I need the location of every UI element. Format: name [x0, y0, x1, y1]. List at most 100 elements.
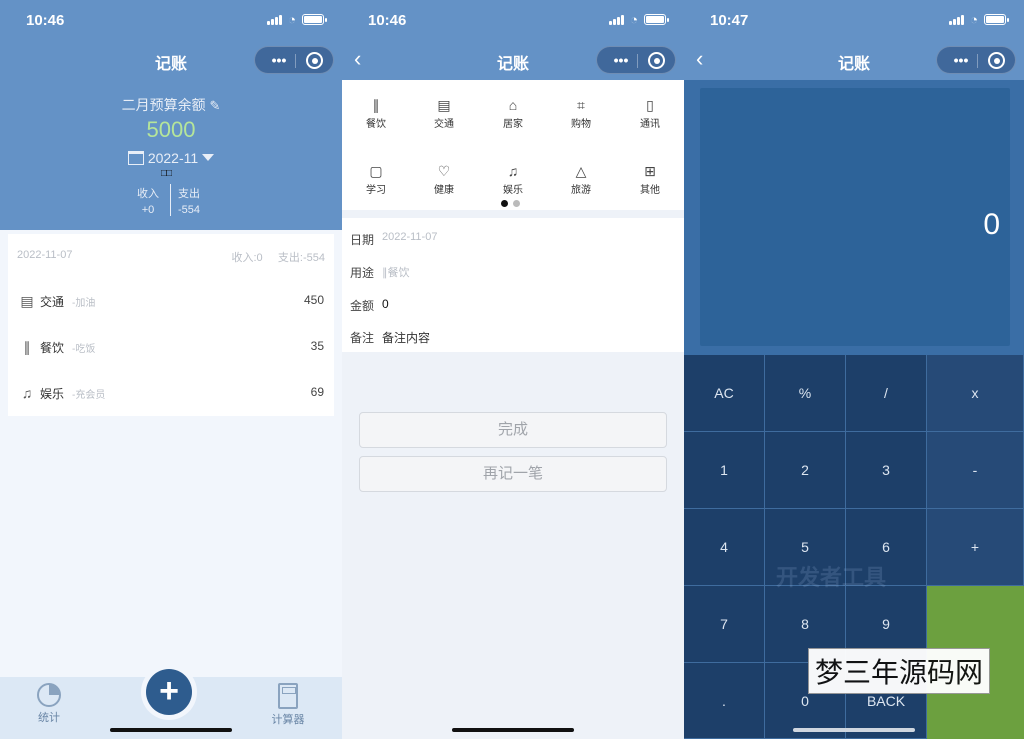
miniapp-capsule[interactable]: ••• — [936, 46, 1016, 74]
day-expense: 支出:-554 — [277, 252, 325, 264]
category-entertainment[interactable]: ♫ 娱乐 — [479, 162, 547, 196]
day-header: 2022-11-07 收入:0 支出:-554 — [8, 234, 334, 278]
record-form: 日期 2022-11-07 用途 ∥餐饮 金额 0 备注 备注内容 — [342, 218, 684, 352]
key-plus[interactable]: + — [927, 509, 1024, 586]
category-label: 学习 — [366, 185, 386, 196]
key-percent[interactable]: % — [765, 355, 846, 432]
budget-value: 5000 — [146, 117, 196, 142]
calculator-display-area: 0 — [684, 80, 1024, 356]
music-icon: ♫ — [507, 163, 519, 179]
status-bar: 10:46 ◔ — [342, 0, 684, 40]
done-button[interactable]: 完成 — [359, 412, 667, 448]
date-label: 日期 — [350, 233, 375, 247]
fork-knife-icon: ∥ — [23, 339, 31, 355]
book-icon: ▢ — [369, 163, 383, 179]
home-indicator — [793, 728, 915, 732]
miniapp-capsule[interactable]: ••• — [254, 46, 334, 74]
record-category: 娱乐 — [40, 387, 65, 401]
category-other[interactable]: ⊞ 其他 — [616, 162, 684, 196]
key-decimal[interactable]: . — [684, 663, 765, 739]
key-3[interactable]: 3 — [846, 432, 927, 509]
key-4[interactable]: 4 — [684, 509, 765, 586]
missing-glyph-boxes: □□ — [161, 168, 172, 179]
expense-label: 支出 — [178, 188, 200, 200]
record-note: -吃饭 — [72, 344, 96, 355]
tab-stats[interactable]: 统计 — [19, 683, 79, 725]
income-value: +0 — [141, 204, 155, 216]
calendar-icon — [127, 151, 144, 165]
nav-bar: ‹ 记账 ••• — [342, 40, 684, 80]
lamp-icon: ⌂ — [508, 97, 518, 113]
close-target-icon[interactable] — [988, 52, 1005, 69]
record-again-button[interactable]: 再记一笔 — [359, 456, 667, 492]
category-label: 交通 — [434, 119, 454, 130]
remark-input[interactable]: 备注内容 — [382, 329, 430, 346]
faint-watermark: 开发者工具 — [776, 565, 887, 590]
category-health[interactable]: ♡ 健康 — [410, 162, 478, 196]
status-bar: 10:47 ◔ — [684, 0, 1024, 40]
budget-label-row: 二月预算余额 ✎ — [0, 95, 342, 115]
calculator-display: 0 — [700, 88, 1010, 346]
day-date: 2022-11-07 — [17, 249, 73, 261]
category-label: 购物 — [571, 119, 591, 130]
tab-calculator[interactable]: 计算器 — [258, 683, 318, 727]
day-summary: 收入:0 支出:-554 — [231, 249, 325, 265]
more-icon[interactable]: ••• — [265, 51, 293, 69]
category-dining[interactable]: ∥ 餐饮 — [342, 96, 410, 130]
category-label: 旅游 — [571, 185, 591, 196]
key-minus[interactable]: - — [927, 432, 1024, 509]
key-2[interactable]: 2 — [765, 432, 846, 509]
amount-label: 金额 — [350, 299, 375, 313]
amount-input[interactable]: 0 — [382, 297, 389, 311]
key-multiply[interactable]: x — [927, 355, 1024, 432]
status-time: 10:46 — [26, 12, 65, 29]
status-time: 10:47 — [710, 12, 749, 29]
list-item[interactable]: ♫ 娱乐 -充会员 69 — [8, 370, 334, 416]
remark-label: 备注 — [350, 331, 375, 345]
category-home[interactable]: ⌂ 居家 — [479, 96, 547, 130]
tab-calculator-label: 计算器 — [271, 714, 305, 726]
display-value: 0 — [983, 208, 1000, 241]
more-icon[interactable]: ••• — [947, 51, 975, 69]
add-record-button[interactable]: + — [146, 669, 192, 715]
key-7[interactable]: 7 — [684, 586, 765, 663]
category-grid: ∥ 餐饮 ▤ 交通 ⌂ 居家 ⌗ 购物 ▯ 通讯 ▢ 学习 ♡ 健康 ♫ 娱乐 △ 旅游 ⊞ 其他 — [342, 80, 684, 210]
category-study[interactable]: ▢ 学习 — [342, 162, 410, 196]
close-target-icon[interactable] — [648, 52, 665, 69]
key-ac[interactable]: AC — [684, 355, 765, 432]
close-target-icon[interactable] — [306, 52, 323, 69]
mountain-icon: △ — [575, 163, 587, 179]
category-travel[interactable]: △ 旅游 — [547, 162, 615, 196]
home-indicator — [110, 728, 232, 732]
category-label: 健康 — [434, 185, 454, 196]
tab-stats-label: 统计 — [38, 712, 60, 724]
edit-icon[interactable]: ✎ — [209, 98, 220, 113]
more-icon[interactable]: ••• — [607, 51, 635, 69]
list-item[interactable]: ∥ 餐饮 -吃饭 35 — [8, 324, 334, 370]
record-category: 交通 — [40, 295, 65, 309]
month-picker[interactable]: 2022-11 — [0, 150, 342, 166]
record-amount: 35 — [310, 339, 324, 353]
wifi-icon: ◔ — [630, 12, 638, 27]
month-value: 2022-11 — [147, 150, 199, 166]
key-divide[interactable]: / — [846, 355, 927, 432]
calculator-icon — [278, 683, 298, 709]
category-label: 餐饮 — [366, 119, 386, 130]
fork-knife-icon: ∥ — [372, 97, 380, 113]
record-amount: 450 — [303, 293, 324, 307]
expense-value: -554 — [178, 204, 201, 216]
category-shopping[interactable]: ⌗ 购物 — [547, 96, 615, 130]
category-telecom[interactable]: ▯ 通讯 — [616, 96, 684, 130]
use-label: 用途 — [350, 266, 375, 280]
key-1[interactable]: 1 — [684, 432, 765, 509]
chevron-down-icon — [202, 154, 215, 161]
category-transport[interactable]: ▤ 交通 — [410, 96, 478, 130]
expense-summary: 支出 -554 — [178, 186, 200, 218]
phone-add-record: 10:46 ◔ ‹ 记账 ••• ∥ 餐饮 ▤ 交通 ⌂ 居家 ⌗ 购物 ▯ 通讯 ▢ 学习… — [342, 0, 684, 739]
bus-icon: ▤ — [437, 97, 451, 113]
day-income: 收入:0 — [231, 252, 263, 264]
list-item[interactable]: ▤ 交通 -加油 450 — [8, 278, 334, 324]
date-value: 2022-11-07 — [382, 231, 438, 243]
miniapp-capsule[interactable]: ••• — [596, 46, 676, 74]
record-note: -充会员 — [72, 390, 106, 401]
